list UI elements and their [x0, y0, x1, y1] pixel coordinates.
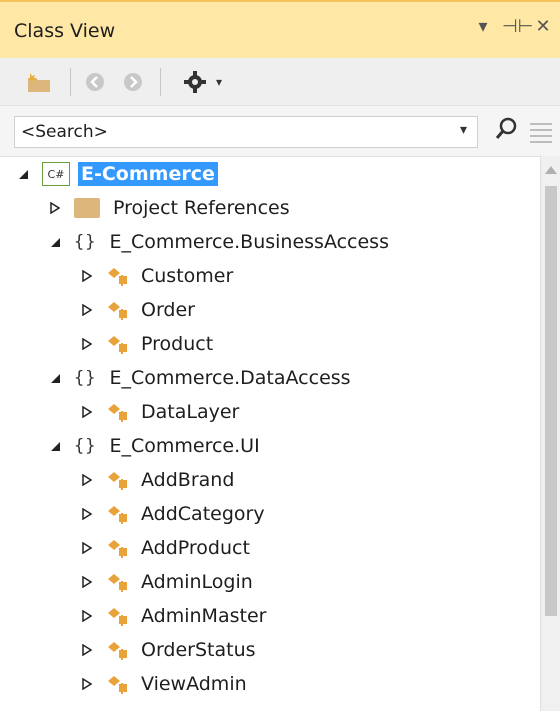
class-icon: [108, 540, 127, 558]
forward-icon[interactable]: [118, 66, 148, 98]
class-node[interactable]: Order: [78, 294, 198, 326]
class-node[interactable]: ViewAdmin: [78, 668, 250, 700]
class-node[interactable]: AdminLogin: [78, 566, 256, 598]
dropdown-icon[interactable]: ▾: [472, 16, 494, 37]
collapsed-arrow-icon[interactable]: [78, 403, 96, 421]
class-icon: [108, 608, 127, 626]
class-node[interactable]: AddProduct: [78, 532, 253, 564]
close-icon[interactable]: ✕: [532, 16, 554, 37]
collapsed-arrow-icon[interactable]: [78, 471, 96, 489]
collapsed-arrow-icon[interactable]: [78, 505, 96, 523]
class-icon: [108, 676, 127, 694]
class-icon: [108, 404, 127, 422]
chevron-down-icon: ▾: [215, 75, 223, 89]
namespace-icon: {}: [74, 368, 97, 388]
class-node[interactable]: AddBrand: [78, 464, 237, 496]
class-node[interactable]: AdminMaster: [78, 600, 269, 632]
class-icon: [108, 268, 127, 286]
class-label: AddProduct: [141, 537, 250, 559]
collapsed-arrow-icon[interactable]: [78, 675, 96, 693]
project-references[interactable]: Project References: [46, 192, 293, 224]
folder-icon: [74, 198, 100, 218]
class-icon: [108, 642, 127, 660]
class-label: Customer: [141, 265, 234, 287]
expanded-arrow-icon[interactable]: [14, 165, 32, 183]
collapsed-arrow-icon[interactable]: [78, 267, 96, 285]
namespace-label: E_Commerce.UI: [109, 435, 260, 457]
pin-icon[interactable]: ⊣⊢: [502, 16, 533, 37]
title-controls: ▾ ⊣⊢ ✕: [472, 16, 554, 37]
collapsed-arrow-icon[interactable]: [78, 641, 96, 659]
back-icon[interactable]: [80, 66, 110, 98]
collapsed-arrow-icon[interactable]: [78, 573, 96, 591]
class-label: DataLayer: [141, 401, 240, 423]
class-node[interactable]: OrderStatus: [78, 634, 259, 666]
expanded-arrow-icon[interactable]: [46, 437, 64, 455]
class-icon: [108, 506, 127, 524]
namespace-node[interactable]: {} E_Commerce.UI: [46, 430, 263, 462]
class-icon: [108, 336, 127, 354]
class-icon: [108, 574, 127, 592]
class-node[interactable]: AddCategory: [78, 498, 268, 530]
class-node[interactable]: DataLayer: [78, 396, 242, 428]
class-tree: C# E-Commerce Project References {} E_Co…: [0, 156, 540, 711]
namespace-icon: {}: [74, 232, 97, 252]
references-label: Project References: [113, 197, 290, 219]
panel-title: Class View: [14, 20, 116, 42]
class-label: Order: [141, 299, 195, 321]
class-icon: [108, 472, 127, 490]
namespace-label: E_Commerce.DataAccess: [109, 367, 351, 389]
search-value: <Search>: [21, 122, 108, 142]
search-input[interactable]: <Search> ▾: [14, 116, 478, 148]
expanded-arrow-icon[interactable]: [46, 233, 64, 251]
filter-settings-icon[interactable]: [526, 114, 556, 150]
class-label: AddCategory: [141, 503, 265, 525]
new-folder-icon[interactable]: [22, 66, 58, 98]
toolbar: ▾: [0, 58, 560, 106]
class-node[interactable]: Customer: [78, 260, 236, 292]
vertical-scrollbar[interactable]: [540, 156, 560, 711]
search-dropdown-icon[interactable]: ▾: [460, 122, 467, 138]
search-icon[interactable]: [492, 112, 520, 148]
collapsed-arrow-icon[interactable]: [78, 539, 96, 557]
project-name: E-Commerce: [78, 162, 218, 186]
class-label: AdminLogin: [141, 571, 253, 593]
settings-icon[interactable]: ▾: [172, 66, 232, 98]
namespace-node[interactable]: {} E_Commerce.DataAccess: [46, 362, 354, 394]
title-bar: Class View ▾ ⊣⊢ ✕: [0, 0, 560, 58]
class-label: AdminMaster: [141, 605, 267, 627]
collapsed-arrow-icon[interactable]: [78, 335, 96, 353]
namespace-node[interactable]: {} E_Commerce.BusinessAccess: [46, 226, 392, 258]
class-label: AddBrand: [141, 469, 235, 491]
collapsed-arrow-icon[interactable]: [46, 199, 64, 217]
namespace-label: E_Commerce.BusinessAccess: [109, 231, 389, 253]
collapsed-arrow-icon[interactable]: [78, 607, 96, 625]
class-label: Product: [141, 333, 214, 355]
tree-root[interactable]: C# E-Commerce: [14, 158, 218, 190]
expanded-arrow-icon[interactable]: [46, 369, 64, 387]
class-label: ViewAdmin: [141, 673, 247, 695]
class-node[interactable]: Product: [78, 328, 216, 360]
class-label: OrderStatus: [141, 639, 256, 661]
collapsed-arrow-icon[interactable]: [78, 301, 96, 319]
scroll-thumb[interactable]: [545, 186, 557, 616]
class-icon: [108, 302, 127, 320]
csharp-project-icon: C#: [42, 162, 70, 186]
namespace-icon: {}: [74, 436, 97, 456]
scroll-up-icon[interactable]: [545, 166, 557, 174]
